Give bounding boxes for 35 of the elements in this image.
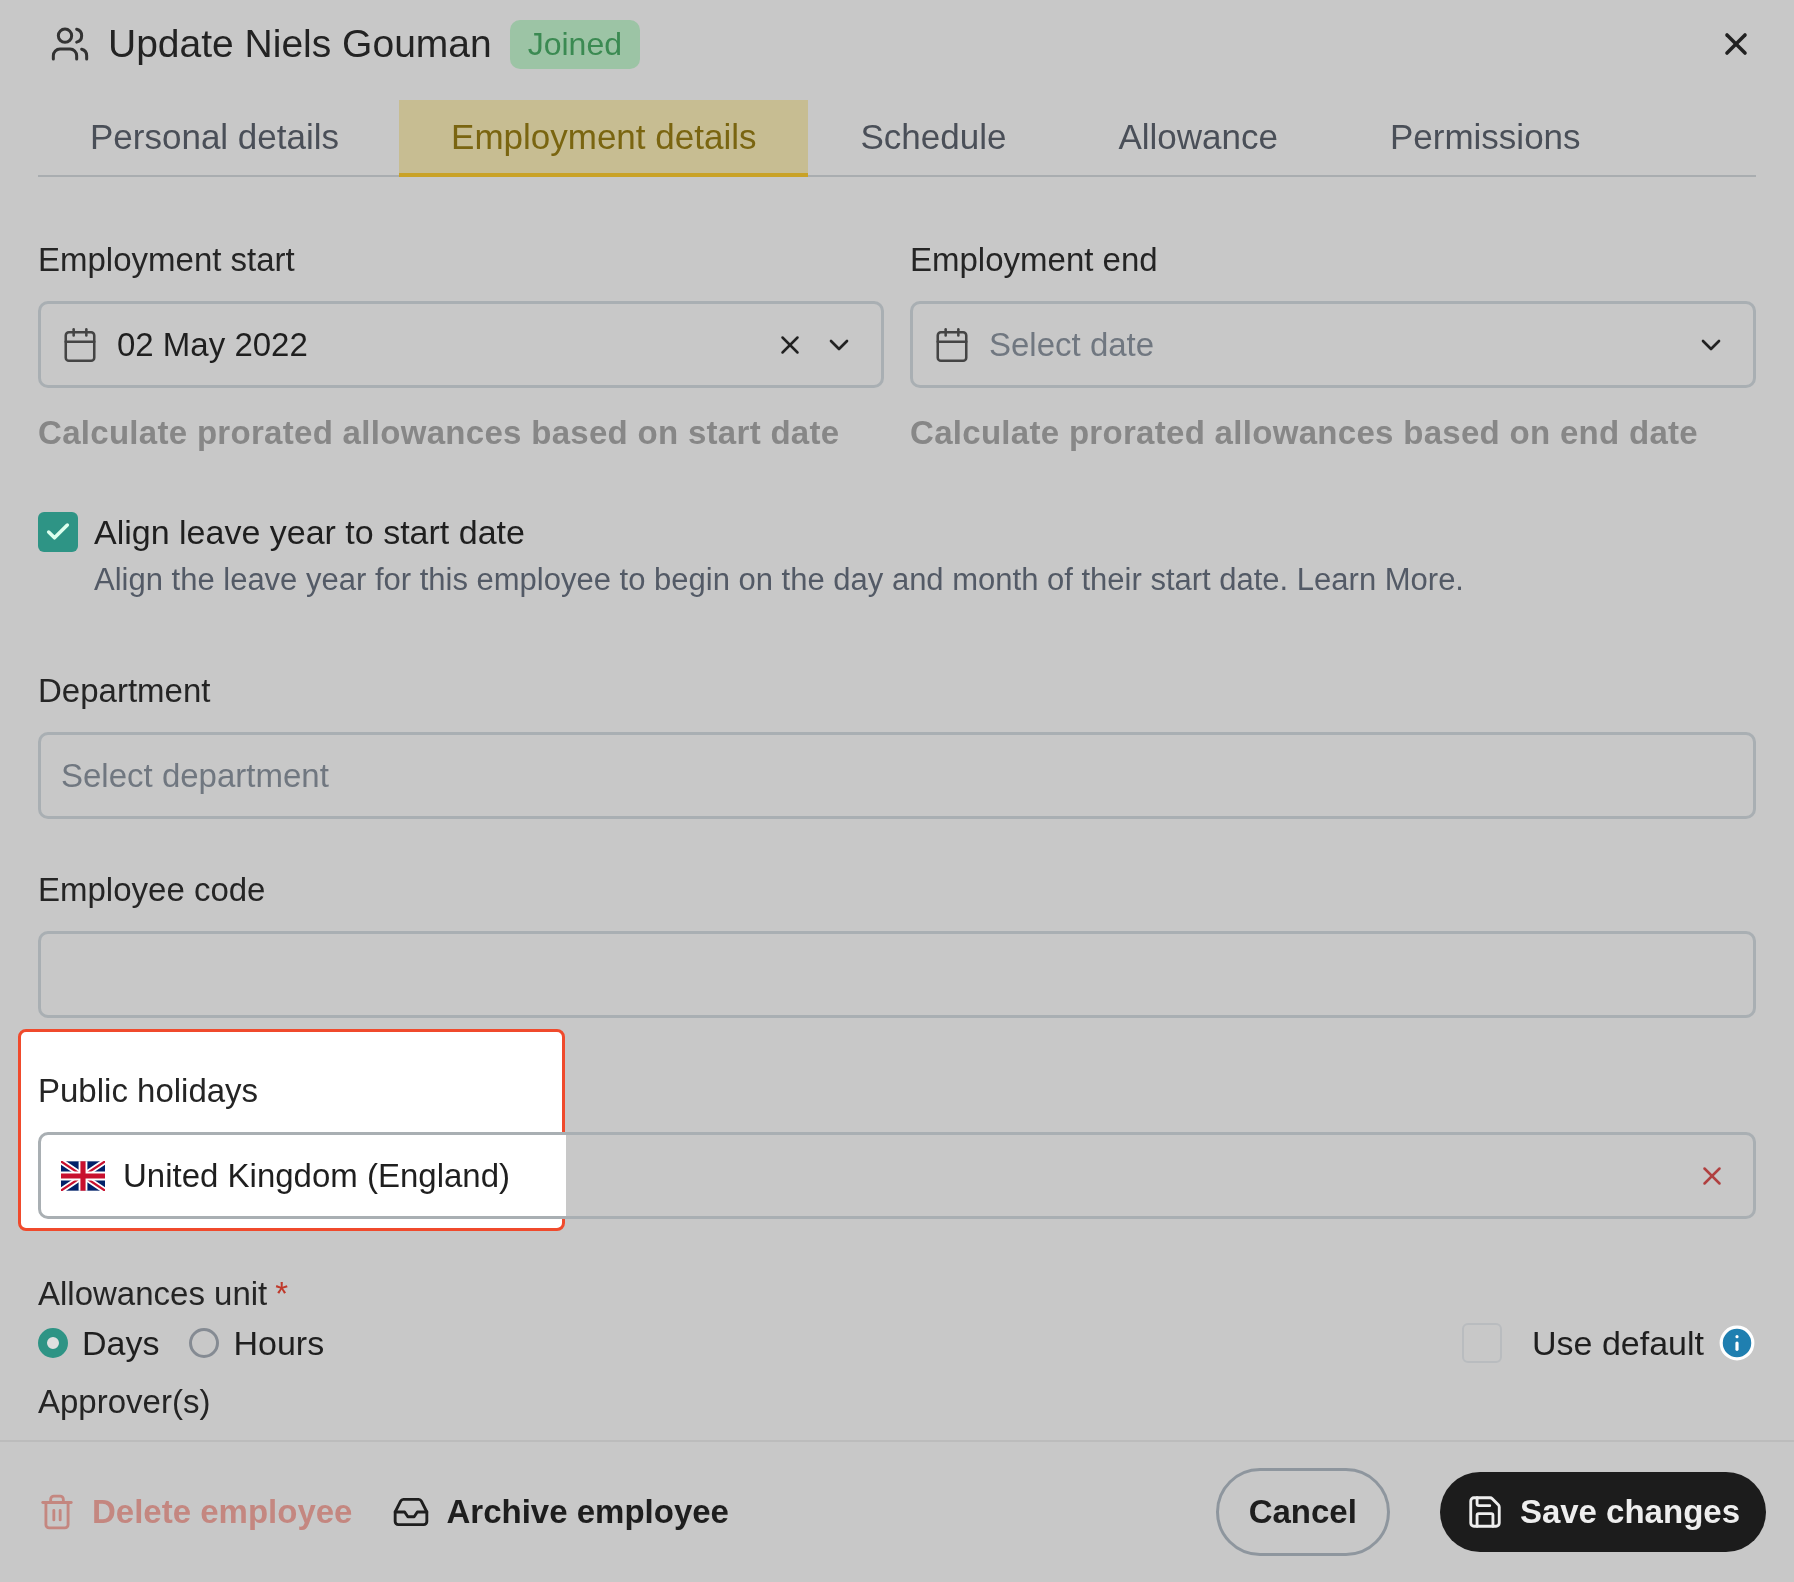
status-badge: Joined — [509, 19, 640, 69]
hint-text: Calculate prorated allowances based on start date — [38, 414, 841, 452]
trash-icon — [38, 1493, 76, 1531]
checkbox-label: Align leave year to start date — [94, 512, 526, 552]
flag-icon — [61, 1160, 105, 1191]
tab[interactable]: Permissions — [1337, 100, 1633, 177]
select-field[interactable]: United Kingdom (England) — [38, 1132, 1756, 1219]
field-label: Allowances unit * — [38, 1275, 290, 1313]
calendar-icon — [933, 325, 971, 364]
calendar-icon — [61, 325, 99, 364]
radio-option[interactable]: Days — [38, 1323, 160, 1363]
description-text: Align the leave year for this employee to begin on the day and month of their start date. Learn More. — [94, 562, 1465, 598]
cancel-button[interactable]: Cancel — [1215, 1468, 1390, 1556]
archive-button[interactable]: Archive employee — [392, 1493, 729, 1531]
checkbox[interactable] — [38, 512, 78, 552]
date-field[interactable]: 02 May 2022 — [38, 301, 884, 388]
checkbox-label: Use default — [1532, 1323, 1704, 1363]
field-label: Department — [38, 672, 212, 710]
field-label: Employment start — [38, 241, 296, 279]
save-button[interactable]: Save changes — [1439, 1472, 1766, 1552]
radio-option[interactable]: Hours — [189, 1323, 325, 1363]
select-field[interactable]: Select department — [38, 732, 1756, 819]
tab[interactable]: Personal details — [38, 100, 392, 177]
field-label: Public holidays — [38, 1072, 260, 1110]
input-field[interactable] — [38, 931, 1756, 1018]
field-label: Employment end — [910, 241, 1159, 279]
hint-text: Calculate prorated allowances based on end date — [910, 414, 1699, 452]
info-icon[interactable] — [1718, 1324, 1756, 1362]
tab[interactable]: Allowance — [1066, 100, 1330, 177]
field-label: Approver(s) — [38, 1383, 212, 1421]
tab[interactable]: Employment details — [399, 100, 809, 177]
dialog-title: Update Niels Gouman — [108, 22, 492, 66]
date-field[interactable]: Select date — [910, 301, 1756, 388]
field-label: Employee code — [38, 871, 267, 909]
tab[interactable]: Schedule — [808, 100, 1059, 177]
